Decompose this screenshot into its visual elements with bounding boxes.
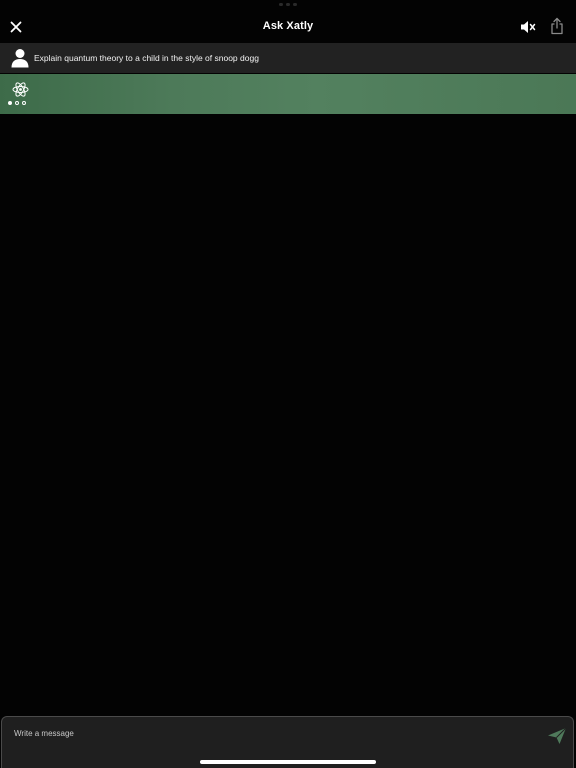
user-avatar-icon xyxy=(11,49,29,68)
share-button[interactable] xyxy=(549,17,565,35)
chat-screen: Ask Xatly Explain quantum theory to a ch… xyxy=(0,0,576,768)
typing-dot xyxy=(22,101,26,105)
atom-icon xyxy=(12,82,29,97)
typing-indicator xyxy=(8,101,26,105)
send-icon xyxy=(548,727,567,744)
message-input[interactable] xyxy=(14,725,514,741)
typing-dot xyxy=(8,101,12,105)
page-title: Ask Xatly xyxy=(262,20,314,32)
assistant-response xyxy=(0,74,576,114)
header-bar: Ask Xatly xyxy=(0,0,576,42)
send-button[interactable] xyxy=(547,727,567,745)
home-indicator xyxy=(200,760,376,764)
share-icon xyxy=(551,17,563,35)
typing-dot xyxy=(15,101,19,105)
mute-button[interactable] xyxy=(519,19,537,35)
speaker-muted-icon xyxy=(521,21,536,33)
user-message: Explain quantum theory to a child in the… xyxy=(0,43,576,73)
user-message-text: Explain quantum theory to a child in the… xyxy=(34,53,259,63)
